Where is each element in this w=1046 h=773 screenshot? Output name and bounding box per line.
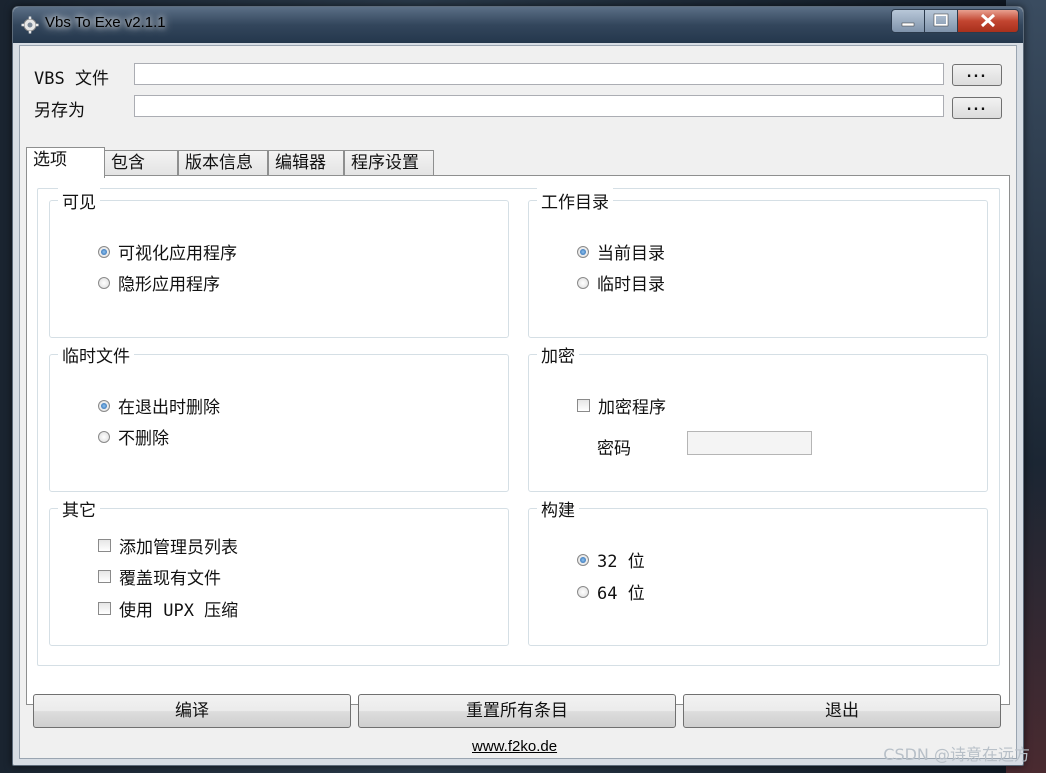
radio-label: 在退出时删除 (118, 398, 220, 418)
checkbox-label: 使用 UPX 压缩 (119, 601, 239, 621)
radio-label: 64 位 (597, 584, 645, 604)
minimize-button[interactable] (891, 9, 925, 33)
radio-32bit[interactable]: 32 位 (577, 547, 645, 572)
group-build: 构建 32 位 64 位 (528, 496, 988, 646)
radio-label: 当前目录 (597, 244, 665, 264)
group-encrypt: 加密 加密程序 密码 (528, 342, 988, 492)
checkbox-label: 加密程序 (598, 398, 666, 418)
checkbox-upx-compress[interactable]: 使用 UPX 压缩 (98, 596, 238, 621)
saveas-browse-button[interactable]: ... (952, 97, 1002, 119)
tab-editor[interactable]: 编辑器 (268, 150, 344, 176)
radio-button[interactable] (577, 276, 589, 289)
radio-hidden-app[interactable]: 隐形应用程序 (98, 270, 220, 295)
saveas-label: 另存为 (34, 101, 85, 121)
app-window: Vbs To Exe v2.1.1 VBS 文件 ... 另存为 ... 选项 … (12, 6, 1024, 766)
radio-label: 不删除 (118, 429, 169, 449)
checkbox[interactable] (577, 399, 590, 412)
radio-64bit[interactable]: 64 位 (577, 579, 645, 604)
radio-temp-dir[interactable]: 临时目录 (577, 270, 665, 295)
checkbox-label: 覆盖现有文件 (119, 569, 221, 589)
gear-icon (21, 16, 39, 34)
radio-label: 可视化应用程序 (118, 244, 237, 264)
vbs-file-label: VBS 文件 (34, 69, 109, 89)
window-title: Vbs To Exe v2.1.1 (45, 14, 166, 31)
radio-current-dir[interactable]: 当前目录 (577, 239, 665, 264)
checkbox-admin-manifest[interactable]: 添加管理员列表 (98, 533, 238, 558)
checkbox[interactable] (98, 602, 111, 615)
radio-button-selected[interactable] (98, 245, 110, 258)
group-tempfile-title: 临时文件 (58, 342, 134, 367)
reset-all-button[interactable]: 重置所有条目 (358, 694, 676, 728)
minimize-icon (901, 22, 915, 27)
checkbox[interactable] (98, 539, 111, 552)
radio-button[interactable] (577, 585, 589, 598)
group-workdir-title: 工作目录 (537, 188, 613, 213)
checkbox-encrypt-program[interactable]: 加密程序 (577, 393, 666, 418)
radio-button-selected[interactable] (577, 553, 589, 566)
group-other: 其它 添加管理员列表 覆盖现有文件 使用 UPX 压缩 (49, 496, 509, 646)
options-panel: 可见 可视化应用程序 隐形应用程序 工作目录 当前目录 临时目录 临时文件 在退… (26, 175, 1010, 705)
tab-program-settings[interactable]: 程序设置 (344, 150, 434, 176)
checkbox[interactable] (98, 570, 111, 583)
website-link[interactable]: www.f2ko.de (472, 738, 557, 755)
radio-button-selected[interactable] (577, 245, 589, 258)
radio-label: 隐形应用程序 (118, 275, 220, 295)
vbs-browse-button[interactable]: ... (952, 64, 1002, 86)
title-bar[interactable]: Vbs To Exe v2.1.1 (13, 7, 1023, 43)
radio-no-delete[interactable]: 不删除 (98, 424, 169, 449)
group-workdir: 工作目录 当前目录 临时目录 (528, 188, 988, 338)
tab-include[interactable]: 包含 (104, 150, 178, 176)
group-build-title: 构建 (537, 496, 579, 521)
compile-button[interactable]: 编译 (33, 694, 351, 728)
group-visible-title: 可见 (58, 188, 100, 213)
maximize-button[interactable] (924, 9, 958, 33)
radio-delete-on-exit[interactable]: 在退出时删除 (98, 393, 220, 418)
radio-button-selected[interactable] (98, 399, 110, 412)
password-label: 密码 (597, 439, 631, 459)
group-tempfile: 临时文件 在退出时删除 不删除 (49, 342, 509, 492)
vbs-file-input[interactable] (134, 63, 944, 85)
radio-visible-app[interactable]: 可视化应用程序 (98, 239, 237, 264)
group-other-title: 其它 (58, 496, 100, 521)
saveas-input[interactable] (134, 95, 944, 117)
close-button[interactable] (957, 9, 1019, 33)
client-area: VBS 文件 ... 另存为 ... 选项 包含 版本信息 编辑器 程序设置 可… (19, 45, 1017, 759)
radio-label: 临时目录 (597, 275, 665, 295)
maximize-icon (933, 13, 949, 27)
tab-options[interactable]: 选项 (26, 147, 105, 178)
radio-button[interactable] (98, 276, 110, 289)
checkbox-overwrite-files[interactable]: 覆盖现有文件 (98, 564, 221, 589)
radio-label: 32 位 (597, 552, 645, 572)
password-field[interactable] (687, 431, 812, 455)
options-inner-frame: 可见 可视化应用程序 隐形应用程序 工作目录 当前目录 临时目录 临时文件 在退… (37, 188, 1000, 666)
tab-version-info[interactable]: 版本信息 (178, 150, 268, 176)
csdn-watermark: CSDN @诗意在远方 (883, 745, 1030, 764)
exit-button[interactable]: 退出 (683, 694, 1001, 728)
checkbox-label: 添加管理员列表 (119, 538, 238, 558)
close-icon (980, 13, 996, 28)
group-encrypt-title: 加密 (537, 342, 579, 367)
group-visible: 可见 可视化应用程序 隐形应用程序 (49, 188, 509, 338)
radio-button[interactable] (98, 430, 110, 443)
